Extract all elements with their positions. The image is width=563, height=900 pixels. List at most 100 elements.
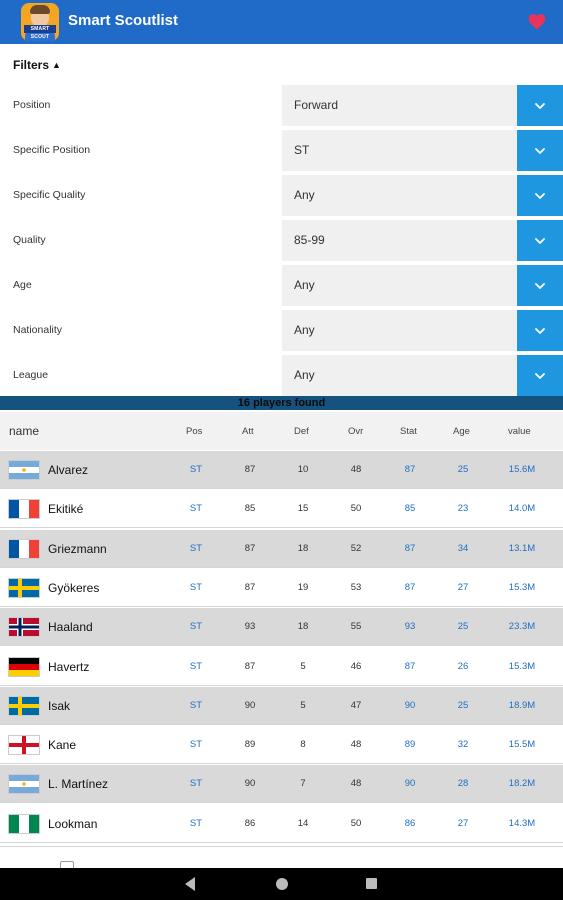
flag-sweden-icon [9, 697, 39, 715]
filter-label: Specific Position [13, 144, 91, 156]
cell-def: 5 [300, 700, 306, 711]
flag-france-icon [9, 500, 39, 518]
filter-dropdown[interactable]: Any [282, 265, 563, 306]
table-row[interactable]: Kane ST 89 8 48 89 32 15.5M [0, 726, 563, 764]
cell-def: 18 [297, 543, 309, 554]
player-name: Gyökeres [48, 581, 100, 595]
cell-ovr: 53 [350, 582, 362, 593]
filter-value: Any [294, 278, 315, 292]
app-bar: SMART SCOUT Smart Scoutlist [0, 0, 563, 44]
table-row-partial[interactable] [0, 846, 563, 869]
cell-att: 90 [244, 778, 256, 789]
table-row[interactable]: Lookman ST 86 14 50 86 27 14.3M [0, 805, 563, 843]
player-name: Haaland [48, 620, 93, 634]
flag-nigeria-icon [9, 815, 39, 833]
table-row[interactable]: Ekitiké ST 85 15 50 85 23 14.0M [0, 490, 563, 528]
chevron-down-icon [535, 147, 545, 154]
column-header-def[interactable]: Def [294, 426, 309, 437]
cell-age: 25 [457, 700, 469, 711]
table-row[interactable]: L. Martínez ST 90 7 48 90 28 18.2M [0, 765, 563, 803]
filter-value: Forward [294, 98, 339, 112]
flag-argentina-icon [9, 775, 39, 793]
filter-label: League [13, 369, 49, 381]
table-row[interactable]: Havertz ST 87 5 46 87 26 15.3M [0, 648, 563, 686]
dropdown-button[interactable] [517, 175, 563, 216]
cell-ovr: 52 [350, 543, 362, 554]
cell-age: 23 [457, 503, 469, 514]
player-name: Kane [48, 738, 77, 752]
cell-age: 26 [457, 661, 469, 672]
cell-stat: 90 [404, 778, 416, 789]
cell-value: 15.3M [508, 582, 536, 593]
filters-toggle[interactable]: Filters ▲ [13, 58, 61, 72]
filter-value: Any [294, 368, 315, 382]
cell-value: 23.3M [508, 621, 536, 632]
flag-sweden-icon [9, 579, 39, 597]
nav-home-icon[interactable] [276, 878, 288, 890]
cell-att: 85 [244, 503, 256, 514]
cell-def: 18 [297, 621, 309, 632]
filter-label: Age [13, 279, 32, 291]
cell-stat: 87 [404, 543, 416, 554]
nav-recent-icon[interactable] [366, 878, 377, 889]
filter-dropdown[interactable]: Any [282, 355, 563, 396]
column-header-pos[interactable]: Pos [186, 426, 202, 437]
nav-back-icon[interactable] [185, 877, 195, 891]
flag-norway-icon [9, 618, 39, 636]
filter-dropdown[interactable]: Any [282, 310, 563, 351]
table-row[interactable]: Isak ST 90 5 47 90 25 18.9M [0, 687, 563, 725]
app-logo-text: SMART SCOUT [24, 25, 56, 40]
cell-att: 87 [244, 543, 256, 554]
results-count: 16 players found [237, 397, 326, 409]
column-header-value[interactable]: value [508, 426, 531, 437]
cell-value: 13.1M [508, 543, 536, 554]
filter-row: Nationality Any [0, 310, 563, 351]
table-row[interactable]: Gyökeres ST 87 19 53 87 27 15.3M [0, 569, 563, 607]
table-row[interactable]: Haaland ST 93 18 55 93 25 23.3M [0, 608, 563, 646]
cell-value: 15.6M [508, 464, 536, 475]
cell-pos: ST [189, 818, 203, 829]
filters-toggle-label: Filters [13, 58, 50, 72]
cell-att: 87 [244, 582, 256, 593]
cell-ovr: 55 [350, 621, 362, 632]
filter-dropdown[interactable]: Forward [282, 85, 563, 126]
filter-dropdown[interactable]: Any [282, 175, 563, 216]
table-header: name Pos Att Def Ovr Stat Age value [0, 412, 563, 450]
column-header-stat[interactable]: Stat [400, 426, 417, 437]
dropdown-button[interactable] [517, 355, 563, 396]
cell-pos: ST [189, 543, 203, 554]
column-header-age[interactable]: Age [453, 426, 470, 437]
cell-value: 15.5M [508, 739, 536, 750]
column-header-att[interactable]: Att [242, 426, 254, 437]
filter-dropdown[interactable]: ST [282, 130, 563, 171]
heart-icon[interactable] [527, 12, 547, 32]
dropdown-button[interactable] [517, 130, 563, 171]
dropdown-button[interactable] [517, 85, 563, 126]
dropdown-button[interactable] [517, 265, 563, 306]
cell-stat: 87 [404, 464, 416, 475]
cell-ovr: 48 [350, 778, 362, 789]
column-header-name[interactable]: name [9, 424, 39, 438]
cell-def: 5 [300, 661, 306, 672]
cell-pos: ST [189, 582, 203, 593]
cell-value: 14.0M [508, 503, 536, 514]
dropdown-button[interactable] [517, 220, 563, 261]
cell-value: 18.2M [508, 778, 536, 789]
dropdown-button[interactable] [517, 310, 563, 351]
player-name: Isak [48, 699, 71, 713]
column-header-ovr[interactable]: Ovr [348, 426, 363, 437]
filter-dropdown[interactable]: 85-99 [282, 220, 563, 261]
system-nav-bar [0, 868, 563, 900]
app-logo: SMART SCOUT [21, 3, 59, 41]
filter-value: Any [294, 323, 315, 337]
filter-label: Quality [13, 234, 46, 246]
cell-att: 93 [244, 621, 256, 632]
flag-france-icon [9, 540, 39, 558]
cell-pos: ST [189, 621, 203, 632]
table-row[interactable]: Alvarez ST 87 10 48 87 25 15.6M [0, 451, 563, 489]
cell-att: 87 [244, 661, 256, 672]
chevron-down-icon [535, 327, 545, 334]
table-row[interactable]: Griezmann ST 87 18 52 87 34 13.1M [0, 530, 563, 568]
cell-age: 32 [457, 739, 469, 750]
filter-value: ST [294, 143, 310, 157]
